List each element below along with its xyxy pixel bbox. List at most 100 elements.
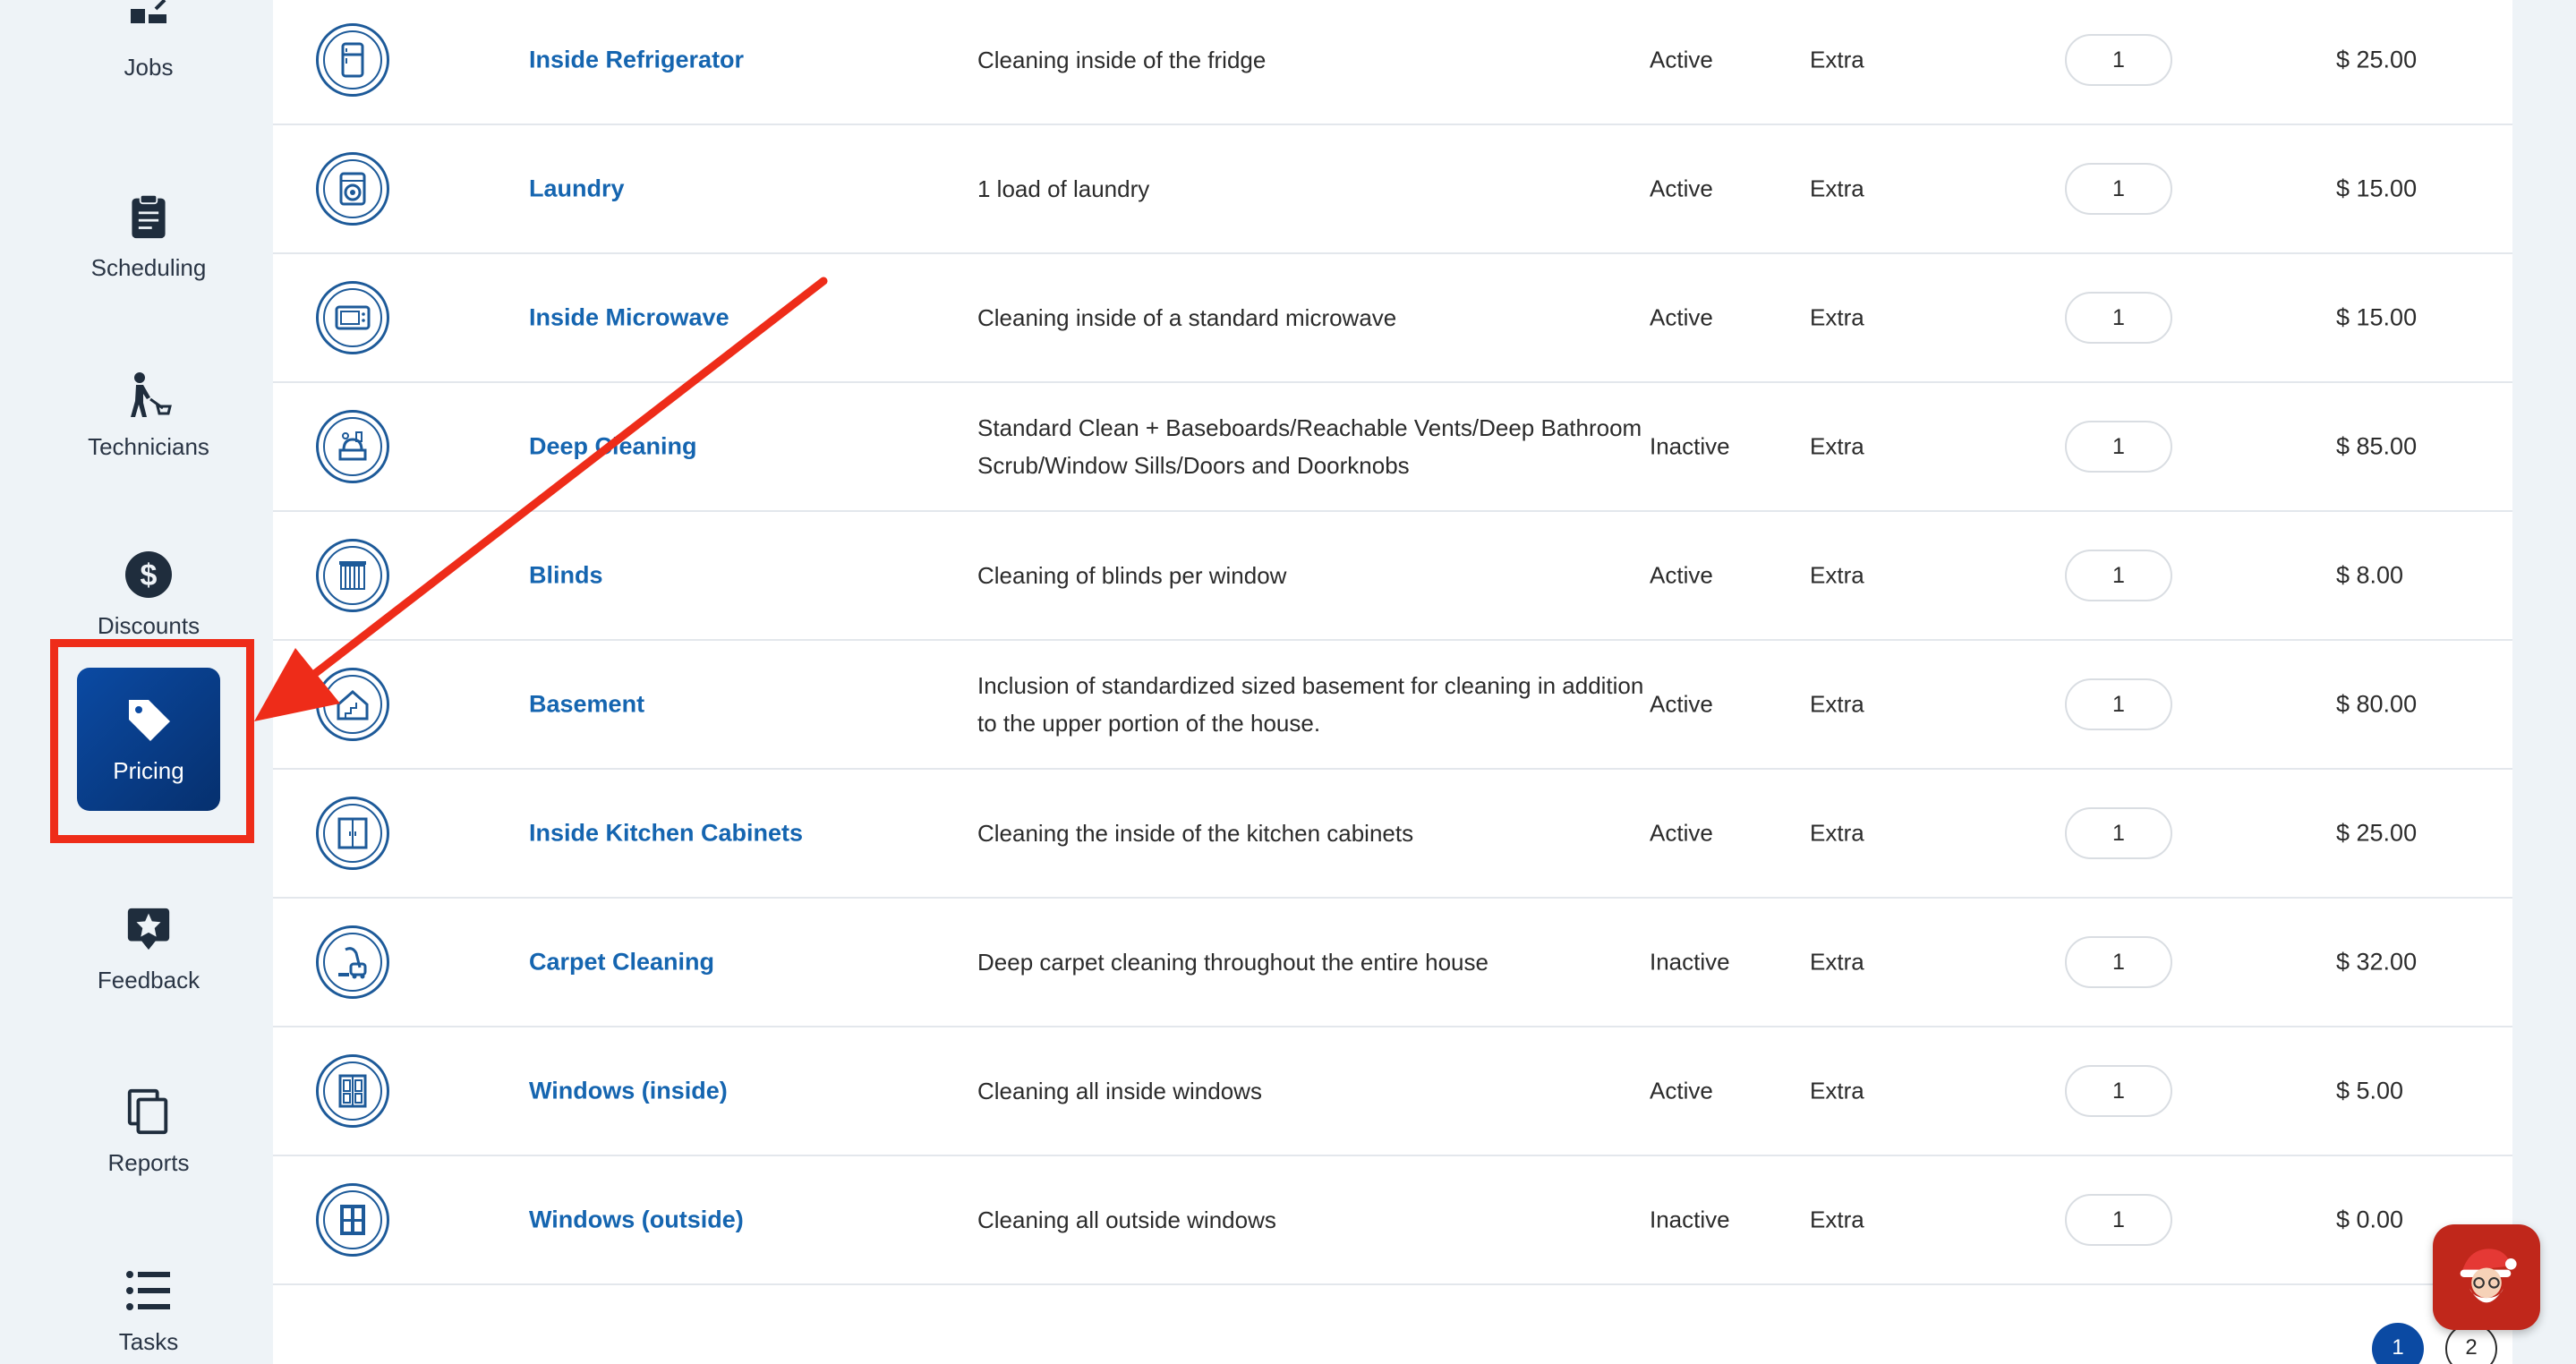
quantity-field[interactable]: 1 [2065,163,2172,215]
sidebar-item-technicians[interactable]: Technicians [77,344,220,487]
status-text: Active [1650,175,1713,202]
table-row: Windows (inside) Cleaning all inside win… [273,1027,2512,1156]
sidebar-item-label: Discounts [97,611,200,639]
sidebar-item-feedback[interactable]: Feedback [77,877,220,1020]
clipboard-icon [124,192,174,242]
price-text: $ 8.00 [2336,561,2404,589]
price-text: $ 15.00 [2336,303,2418,331]
blinds-icon [316,539,389,612]
service-description: Cleaning inside of a standard microwave [977,304,1397,331]
vacuum-icon [316,925,389,999]
type-text: Extra [1810,690,1864,718]
table-row: Basement Inclusion of standardized sized… [273,641,2512,770]
sidebar-item-tasks[interactable]: Tasks [77,1239,220,1364]
status-text: Active [1650,303,1713,331]
refrigerator-icon [316,23,389,97]
price-text: $ 5.00 [2336,1077,2404,1104]
sidebar-item-label: Scheduling [90,253,207,281]
service-name-link[interactable]: Laundry [529,175,625,203]
quantity-field[interactable]: 1 [2065,550,2172,601]
service-description: Cleaning of blinds per window [977,562,1287,589]
service-name-link[interactable]: Deep Cleaning [529,433,697,461]
cleaning-supplies-icon [316,410,389,483]
sidebar-item-label: Feedback [97,966,200,993]
price-text: $ 32.00 [2336,948,2418,976]
window-inside-icon [316,1054,389,1128]
price-text: $ 80.00 [2336,690,2418,718]
service-description: Cleaning all outside windows [977,1206,1276,1233]
table-row: Inside Microwave Cleaning inside of a st… [273,254,2512,383]
quantity-field[interactable]: 1 [2065,678,2172,730]
table-row: Inside Kitchen Cabinets Cleaning the ins… [273,770,2512,899]
microwave-icon [316,281,389,354]
copy-icon [124,1087,174,1137]
santa-avatar-icon [2460,1249,2517,1303]
table-row: Laundry 1 load of laundry Active Extra 1… [273,125,2512,254]
status-text: Inactive [1650,432,1730,460]
service-description: Cleaning all inside windows [977,1078,1262,1104]
type-text: Extra [1810,561,1864,589]
quantity-field[interactable]: 1 [2065,34,2172,86]
table-row: Carpet Cleaning Deep carpet cleaning thr… [273,899,2512,1027]
service-description: Inclusion of standardized sized basement… [977,672,1644,737]
sidebar-item-label: Reports [107,1148,190,1176]
pricing-table: Inside Refrigerator Cleaning inside of t… [273,0,2512,1364]
type-text: Extra [1810,1206,1864,1233]
type-text: Extra [1810,175,1864,202]
quantity-field[interactable]: 1 [2065,421,2172,473]
svg-text:$: $ [141,558,158,592]
type-text: Extra [1810,46,1864,73]
sidebar-item-label: Technicians [88,432,209,460]
chat-widget-button[interactable] [2433,1224,2540,1330]
annotation-highlight-box [50,639,254,843]
table-row: Windows (outside) Cleaning all outside w… [273,1156,2512,1285]
type-text: Extra [1810,948,1864,976]
status-text: Active [1650,561,1713,589]
service-name-link[interactable]: Inside Microwave [529,304,729,332]
sidebar-item-reports[interactable]: Reports [77,1060,220,1203]
price-text: $ 25.00 [2336,46,2418,73]
dollar-icon: $ [124,550,174,600]
price-text: $ 0.00 [2336,1206,2404,1233]
service-description: 1 load of laundry [977,175,1150,202]
sidebar-item-jobs[interactable]: Jobs [77,0,220,107]
quantity-field[interactable]: 1 [2065,936,2172,988]
status-text: Active [1650,819,1713,847]
cabinet-icon [316,797,389,870]
service-name-link[interactable]: Inside Kitchen Cabinets [529,820,803,848]
quantity-field[interactable]: 1 [2065,807,2172,859]
washing-machine-icon [316,152,389,226]
price-text: $ 15.00 [2336,175,2418,202]
jobs-icon [124,0,174,41]
list-icon [124,1266,174,1316]
star-bubble-icon [124,904,174,954]
price-text: $ 25.00 [2336,819,2418,847]
table-row: Deep Cleaning Standard Clean + Baseboard… [273,383,2512,512]
basement-icon [316,668,389,741]
quantity-field[interactable]: 1 [2065,292,2172,344]
service-name-link[interactable]: Blinds [529,562,603,590]
table-row: Blinds Cleaning of blinds per window Act… [273,512,2512,641]
window-outside-icon [316,1183,389,1257]
quantity-field[interactable]: 1 [2065,1065,2172,1117]
service-name-link[interactable]: Windows (outside) [529,1206,744,1234]
status-text: Active [1650,690,1713,718]
technician-icon [124,371,174,421]
sidebar-item-label: Jobs [124,53,174,81]
type-text: Extra [1810,819,1864,847]
service-description: Cleaning inside of the fridge [977,47,1267,73]
sidebar-item-scheduling[interactable]: Scheduling [77,165,220,308]
service-name-link[interactable]: Windows (inside) [529,1078,728,1105]
service-name-link[interactable]: Carpet Cleaning [529,949,714,976]
status-text: Inactive [1650,1206,1730,1233]
price-text: $ 85.00 [2336,432,2418,460]
page-button-current[interactable]: 1 [2372,1323,2424,1364]
service-description: Standard Clean + Baseboards/Reachable Ve… [977,414,1642,479]
service-name-link[interactable]: Basement [529,691,644,719]
type-text: Extra [1810,1077,1864,1104]
type-text: Extra [1810,432,1864,460]
table-row: Inside Refrigerator Cleaning inside of t… [273,0,2512,125]
quantity-field[interactable]: 1 [2065,1194,2172,1246]
service-name-link[interactable]: Inside Refrigerator [529,47,744,74]
status-text: Inactive [1650,948,1730,976]
